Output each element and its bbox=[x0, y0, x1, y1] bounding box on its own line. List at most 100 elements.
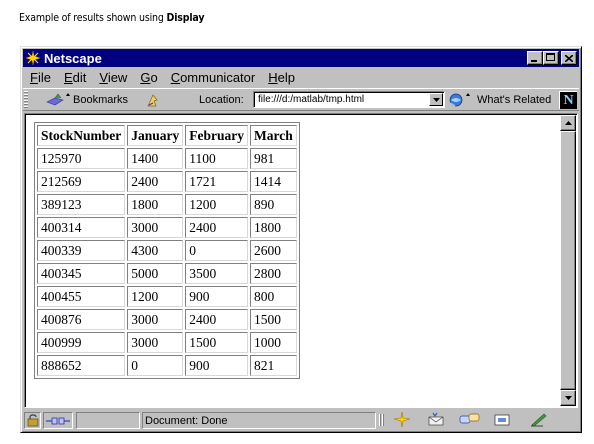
table-cell: 890 bbox=[250, 194, 297, 215]
mail-component-icon[interactable] bbox=[427, 412, 447, 427]
table-header-row: StockNumber January February March bbox=[37, 125, 297, 146]
table-cell: 1200 bbox=[127, 286, 184, 307]
menu-view[interactable]: View bbox=[99, 70, 127, 85]
table-cell: 0 bbox=[127, 355, 184, 376]
chevron-down-icon bbox=[432, 97, 440, 102]
bookmarks-label: Bookmarks bbox=[73, 94, 129, 106]
whats-related-button[interactable]: What's Related bbox=[448, 92, 551, 108]
minimize-icon bbox=[531, 60, 537, 62]
table-cell: 4300 bbox=[127, 240, 184, 261]
table-cell: 821 bbox=[250, 355, 297, 376]
navigator-component-icon[interactable] bbox=[393, 412, 411, 427]
scroll-up-button[interactable] bbox=[560, 115, 576, 131]
table-cell: 2400 bbox=[185, 217, 249, 238]
window-title: Netscape bbox=[44, 50, 102, 66]
table-cell: 400314 bbox=[37, 217, 126, 238]
table-cell: 212569 bbox=[37, 171, 126, 192]
table-cell: 2400 bbox=[185, 309, 249, 330]
location-dropdown-button[interactable] bbox=[429, 93, 443, 106]
scroll-down-button[interactable] bbox=[560, 390, 576, 406]
location-field bbox=[253, 91, 445, 108]
table-row: 400999 3000 1500 1000 bbox=[37, 332, 297, 353]
composer-component-icon[interactable] bbox=[493, 412, 513, 427]
title-bar[interactable]: Netscape bbox=[23, 49, 579, 67]
netscape-icon bbox=[25, 50, 41, 66]
netscape-logo-icon[interactable]: N bbox=[559, 91, 577, 109]
whats-related-icon bbox=[449, 93, 470, 107]
status-bar: Document: Done bbox=[23, 410, 579, 430]
table-cell: 400339 bbox=[37, 240, 126, 261]
minimize-button[interactable] bbox=[527, 51, 543, 65]
table-row: 400455 1200 900 800 bbox=[37, 286, 297, 307]
table-cell: 400345 bbox=[37, 263, 126, 284]
table-cell: 3500 bbox=[185, 263, 249, 284]
table-cell: 900 bbox=[185, 355, 249, 376]
edit-pen-icon[interactable] bbox=[529, 412, 549, 427]
table-cell: 5000 bbox=[127, 263, 184, 284]
stock-table: StockNumber January February March 12597… bbox=[34, 122, 300, 379]
bookmarks-icon bbox=[46, 93, 70, 106]
table-row: 888652 0 900 821 bbox=[37, 355, 297, 376]
location-toolbar: Bookmarks Location: What's Related N bbox=[23, 88, 579, 111]
close-icon bbox=[565, 54, 573, 62]
table-cell: 1800 bbox=[250, 217, 297, 238]
scroll-thumb[interactable] bbox=[560, 131, 576, 390]
table-cell: 1200 bbox=[185, 194, 249, 215]
column-header-march: March bbox=[250, 125, 297, 146]
maximize-button[interactable] bbox=[543, 51, 559, 65]
column-header-february: February bbox=[185, 125, 249, 146]
page-proxy-icon[interactable] bbox=[145, 92, 161, 111]
table-cell: 900 bbox=[185, 286, 249, 307]
maximize-icon bbox=[546, 53, 555, 61]
table-cell: 400876 bbox=[37, 309, 126, 330]
component-grip[interactable] bbox=[379, 414, 385, 426]
table-cell: 1400 bbox=[127, 148, 184, 169]
table-cell: 2600 bbox=[250, 240, 297, 261]
caption-text: Example of results shown using bbox=[19, 11, 164, 24]
lock-icon bbox=[27, 414, 38, 427]
discussion-component-icon[interactable] bbox=[459, 412, 481, 427]
connection-panel[interactable] bbox=[43, 412, 73, 429]
component-bar bbox=[379, 412, 575, 429]
table-cell: 400455 bbox=[37, 286, 126, 307]
column-header-stocknumber: StockNumber bbox=[37, 125, 126, 146]
table-cell: 2400 bbox=[127, 171, 184, 192]
table-row: 400345 5000 3500 2800 bbox=[37, 263, 297, 284]
table-cell: 400999 bbox=[37, 332, 126, 353]
table-cell: 3000 bbox=[127, 217, 184, 238]
whats-related-label: What's Related bbox=[477, 94, 552, 106]
table-cell: 3000 bbox=[127, 332, 184, 353]
menu-help[interactable]: Help bbox=[268, 70, 295, 85]
browser-window: Netscape File Edit View Go Communicator … bbox=[20, 46, 582, 433]
table-cell: 0 bbox=[185, 240, 249, 261]
menu-edit[interactable]: Edit bbox=[64, 70, 86, 85]
table-cell: 389123 bbox=[37, 194, 126, 215]
figure-caption: Example of results shown using Display bbox=[19, 11, 205, 24]
column-header-january: January bbox=[127, 125, 184, 146]
table-row: 389123 1800 1200 890 bbox=[37, 194, 297, 215]
security-panel[interactable] bbox=[24, 412, 41, 429]
status-text: Document: Done bbox=[145, 414, 228, 427]
table-cell: 888652 bbox=[37, 355, 126, 376]
vertical-scrollbar[interactable] bbox=[560, 115, 576, 406]
location-label: Location: bbox=[199, 94, 244, 106]
location-input[interactable] bbox=[256, 93, 428, 106]
bookmarks-button[interactable]: Bookmarks bbox=[45, 92, 128, 108]
close-button[interactable] bbox=[561, 51, 577, 65]
table-cell: 1100 bbox=[185, 148, 249, 169]
menu-file[interactable]: File bbox=[30, 70, 51, 85]
status-text-panel: Document: Done bbox=[142, 412, 376, 429]
table-row: 400314 3000 2400 1800 bbox=[37, 217, 297, 238]
table-cell: 1500 bbox=[250, 309, 297, 330]
table-cell: 1500 bbox=[185, 332, 249, 353]
table-cell: 125970 bbox=[37, 148, 126, 169]
progress-panel bbox=[76, 412, 140, 429]
toolbar-grip[interactable] bbox=[24, 91, 28, 108]
table-row: 400339 4300 0 2600 bbox=[37, 240, 297, 261]
connection-plug-icon bbox=[46, 417, 70, 424]
menu-communicator[interactable]: Communicator bbox=[171, 70, 256, 85]
table-row: 125970 1400 1100 981 bbox=[37, 148, 297, 169]
table-cell: 2800 bbox=[250, 263, 297, 284]
menu-go[interactable]: Go bbox=[140, 70, 157, 85]
caption-emphasis: Display bbox=[166, 11, 205, 24]
